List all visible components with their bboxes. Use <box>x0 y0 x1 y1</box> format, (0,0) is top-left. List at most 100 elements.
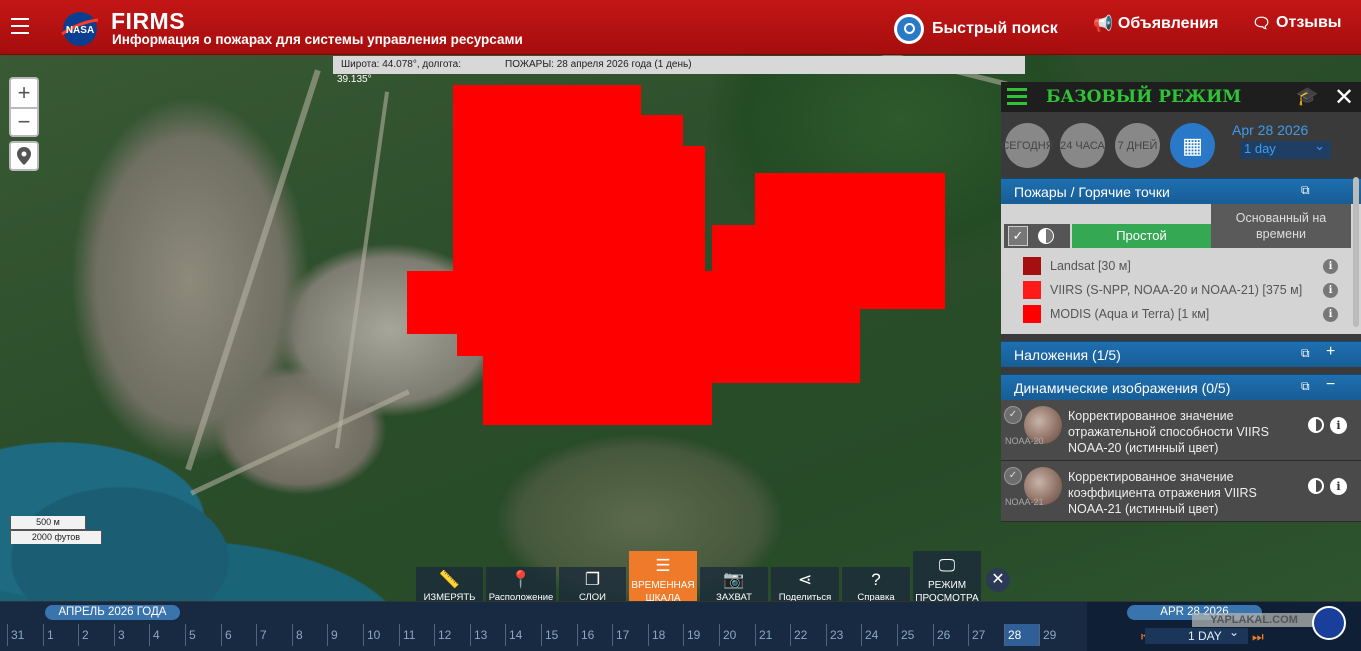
copy-icon[interactable]: ⧉ <box>1301 346 1310 361</box>
timeline-day[interactable]: 15 <box>541 624 577 646</box>
layer-label: Landsat [30 м] <box>1050 259 1131 273</box>
timeline-day[interactable]: 29 <box>1039 624 1075 646</box>
dynamic-layer-item[interactable]: ✓ NOAA-20 Корректированное значение отра… <box>1001 400 1361 461</box>
contrast-icon[interactable] <box>1308 478 1324 494</box>
info-icon[interactable]: i <box>1323 283 1338 298</box>
collapse-minus-icon[interactable]: − <box>1326 376 1335 394</box>
timeline-button[interactable]: ☰ ВРЕМЕННАЯ ШКАЛА <box>629 551 697 608</box>
announcements-button[interactable]: 📢 Объявления <box>1093 14 1218 34</box>
today-button[interactable]: СЕГОДНЯ <box>1001 123 1054 168</box>
range-select[interactable]: 1 day <box>1240 138 1331 159</box>
timeline-day[interactable]: 10 <box>363 624 399 646</box>
layer-viirs[interactable]: VIIRS (S-NPP, NOAA-20 и NOAA-21) [375 м] <box>1023 280 1302 300</box>
timeline-day[interactable]: 22 <box>790 624 826 646</box>
timeline-day[interactable]: 19 <box>683 624 719 646</box>
timeline-day[interactable]: 21 <box>755 624 791 646</box>
panel-scrollbar[interactable] <box>1353 177 1359 327</box>
timeline-day[interactable]: 12 <box>434 624 470 646</box>
app-title: FIRMS <box>111 8 186 34</box>
timeline-day[interactable]: 11 <box>399 624 435 646</box>
layer-label: VIIRS (S-NPP, NOAA-20 и NOAA-21) [375 м] <box>1050 283 1303 297</box>
hamburger-menu-icon[interactable] <box>11 18 29 34</box>
layer-landsat[interactable]: Landsat [30 м] <box>1023 256 1131 276</box>
dynamic-layer-item[interactable]: ✓ NOAA-21 Корректированное значение коэф… <box>1001 461 1361 522</box>
style-controls: ✓ <box>1004 224 1070 248</box>
fires-date-readout: ПОЖАРЫ: 28 апреля 2026 года (1 день) <box>505 59 692 70</box>
timeline-day[interactable]: 14 <box>505 624 541 646</box>
megaphone-icon: 📢 <box>1093 16 1113 33</box>
7days-button[interactable]: 7 ДНЕЙ <box>1115 123 1160 168</box>
timeline-day[interactable]: 28 <box>1004 624 1040 646</box>
panel-mode-title: БАЗОВЫЙ РЕЖИМ <box>1046 87 1242 107</box>
timeline-day[interactable]: 24 <box>861 624 897 646</box>
copy-icon[interactable]: ⧉ <box>1301 183 1310 198</box>
checkmark-icon[interactable]: ✓ <box>1004 406 1022 424</box>
24h-button[interactable]: 24 ЧАСА <box>1060 123 1105 168</box>
expand-plus-icon[interactable]: + <box>1326 343 1335 361</box>
simple-style-button[interactable]: Простой <box>1072 224 1211 248</box>
timeline-day[interactable]: 7 <box>256 624 292 646</box>
timeline-day[interactable]: 6 <box>221 624 257 646</box>
timeline-day[interactable]: 25 <box>897 624 933 646</box>
timeline-day[interactable]: 31 <box>7 624 43 646</box>
date-value[interactable]: Apr 28 2026 <box>1232 122 1308 138</box>
layers-icon: ❐ <box>584 570 601 589</box>
panel-close-icon[interactable]: ✕ <box>1334 83 1354 112</box>
info-icon[interactable]: i <box>1323 307 1338 322</box>
timeline-day[interactable]: 8 <box>292 624 328 646</box>
dynamic-section-header[interactable]: Динамические изображения (0/5) ⧉ − <box>1001 374 1361 400</box>
time-based-style-button[interactable]: Основанный на времени <box>1211 204 1351 248</box>
graduation-cap-icon[interactable]: 🎓 <box>1296 86 1318 107</box>
checkmark-icon[interactable]: ✓ <box>1008 226 1028 246</box>
info-icon[interactable]: i <box>1330 478 1347 495</box>
map-road <box>334 91 390 449</box>
timeline-step-select[interactable]: 1 DAY <box>1145 624 1248 644</box>
timeline-day[interactable]: 26 <box>933 624 969 646</box>
contrast-icon[interactable] <box>1308 417 1324 433</box>
scale-meters: 500 м <box>10 516 86 530</box>
sliders-icon: ☰ <box>655 556 671 575</box>
info-icon[interactable]: i <box>1330 417 1347 434</box>
fire-pixel[interactable] <box>453 146 705 276</box>
timeline-day[interactable]: 3 <box>114 624 150 646</box>
zoom-in-button[interactable]: + <box>9 77 39 107</box>
landsat-swatch <box>1023 257 1041 275</box>
timeline-day[interactable]: 13 <box>470 624 506 646</box>
layer-label: MODIS (Aqua и Terra) [1 км] <box>1050 307 1210 321</box>
top-bar: NASA FIRMS Информация о пожарах для сист… <box>0 0 1361 55</box>
checkmark-icon[interactable]: ✓ <box>1004 467 1022 485</box>
timeline-day[interactable]: 9 <box>327 624 363 646</box>
chat-bubbles-icon: 🗨 <box>1252 15 1272 32</box>
timeline-day[interactable]: 20 <box>719 624 755 646</box>
location-pin-icon: 📍 <box>510 570 532 589</box>
step-forward-icon[interactable]: ⏭ <box>1252 629 1264 645</box>
nasa-logo: NASA <box>61 12 99 46</box>
timeline-day[interactable]: 17 <box>612 624 648 646</box>
fire-pixel[interactable] <box>483 290 712 425</box>
question-icon: ? <box>871 570 881 589</box>
panel-menu-icon[interactable] <box>1007 88 1027 106</box>
fires-section-header[interactable]: Пожары / Горячие точки ⧉ <box>1001 178 1361 204</box>
quick-search-button[interactable]: Быстрый поиск <box>894 14 1058 44</box>
timeline-day[interactable]: 2 <box>78 624 114 646</box>
satellite-label: NOAA-21 <box>1005 497 1044 507</box>
feedback-button[interactable]: 🗨 Отзывы <box>1252 14 1341 32</box>
calendar-button[interactable]: ▦ <box>1170 123 1215 168</box>
info-icon[interactable]: i <box>1323 259 1338 274</box>
timeline-day[interactable]: 18 <box>648 624 684 646</box>
overlays-section-header[interactable]: Наложения (1/5) ⧉ + <box>1001 341 1361 367</box>
presentation-mode-button[interactable]: 🖵 РЕЖИМ ПРОСМОТРА <box>913 551 981 608</box>
timeline-day[interactable]: 16 <box>577 624 613 646</box>
timeline-day[interactable]: 23 <box>826 624 862 646</box>
timeline-day[interactable]: 27 <box>968 624 1004 646</box>
toolbar-close-icon[interactable]: ✕ <box>986 568 1010 592</box>
scale-feet: 2000 футов <box>10 530 102 544</box>
zoom-out-button[interactable]: − <box>9 107 39 137</box>
timeline-day[interactable]: 1 <box>43 624 79 646</box>
timeline-day[interactable]: 5 <box>185 624 221 646</box>
copy-icon[interactable]: ⧉ <box>1301 379 1310 394</box>
contrast-icon[interactable] <box>1038 228 1054 244</box>
layer-modis[interactable]: MODIS (Aqua и Terra) [1 км] <box>1023 304 1209 324</box>
locate-button[interactable] <box>9 141 39 171</box>
timeline-day[interactable]: 4 <box>149 624 185 646</box>
